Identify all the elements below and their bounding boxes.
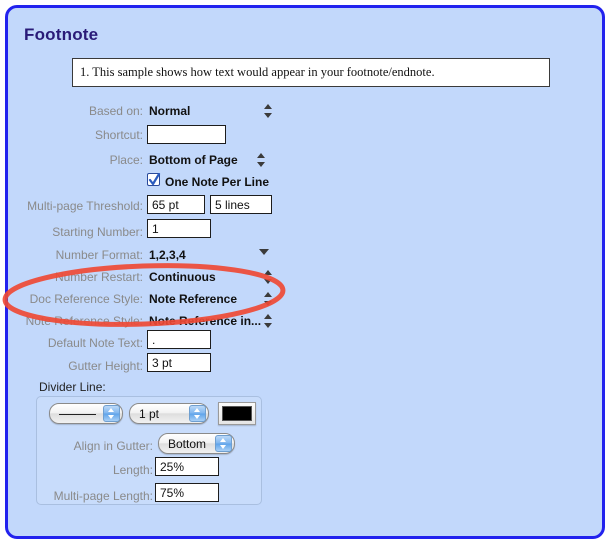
label-doc-reference-style: Doc Reference Style: <box>18 289 143 309</box>
sample-preview-text: 1. This sample shows how text would appe… <box>80 65 435 80</box>
stepper-note-reference-style[interactable] <box>264 313 273 329</box>
stepper-doc-reference-style[interactable] <box>264 291 273 307</box>
solid-line-icon <box>59 414 96 415</box>
input-shortcut[interactable] <box>147 125 226 144</box>
value-place[interactable]: Bottom of Page <box>149 150 238 170</box>
label-starting-number: Starting Number: <box>18 222 143 242</box>
chevron-down-icon-number-format[interactable] <box>259 249 269 255</box>
value-based-on[interactable]: Normal <box>149 101 190 121</box>
label-place: Place: <box>18 150 143 170</box>
page-title: Footnote <box>24 25 98 45</box>
value-number-format[interactable]: 1,2,3,4 <box>149 245 186 265</box>
input-gutter-height[interactable]: 3 pt <box>147 353 211 372</box>
footnote-dialog: Footnote 1. This sample shows how text w… <box>5 5 605 539</box>
label-number-restart: Number Restart: <box>18 267 143 287</box>
value-note-reference-style[interactable]: Note Reference in... <box>149 311 261 331</box>
value-doc-reference-style[interactable]: Note Reference <box>149 289 237 309</box>
value-number-restart[interactable]: Continuous <box>149 267 216 287</box>
label-default-note-text: Default Note Text: <box>18 333 143 353</box>
popup-align-in-gutter[interactable]: Bottom <box>158 433 235 454</box>
label-based-on: Based on: <box>18 101 143 121</box>
label-shortcut: Shortcut: <box>18 125 143 145</box>
stepper-arrows-align-in-gutter[interactable] <box>215 435 232 452</box>
color-swatch <box>222 406 252 421</box>
stepper-arrows-line-style[interactable] <box>103 405 120 422</box>
label-align-in-gutter: Align in Gutter: <box>53 436 153 456</box>
group-label-divider-line: Divider Line: <box>39 380 106 394</box>
value-line-weight: 1 pt <box>130 407 159 421</box>
value-align-in-gutter: Bottom <box>159 437 206 451</box>
input-multi-page-threshold-points[interactable]: 65 pt <box>147 195 205 214</box>
stepper-arrows-line-weight[interactable] <box>189 405 206 422</box>
popup-line-style[interactable] <box>49 403 123 424</box>
label-gutter-height: Gutter Height: <box>18 356 143 376</box>
stepper-number-restart[interactable] <box>264 269 273 285</box>
label-multi-page-length: Multi-page Length: <box>33 486 153 506</box>
checkmark-icon <box>148 173 161 187</box>
popup-line-weight[interactable]: 1 pt <box>129 403 209 424</box>
label-multi-page-threshold: Multi-page Threshold: <box>13 196 143 216</box>
label-number-format: Number Format: <box>18 245 143 265</box>
stepper-place[interactable] <box>257 152 266 168</box>
input-length[interactable]: 25% <box>155 457 219 476</box>
screenshot-root: Footnote 1. This sample shows how text w… <box>0 0 611 545</box>
label-length: Length: <box>53 460 153 480</box>
checkbox-one-note-per-line[interactable] <box>147 173 160 186</box>
sample-preview-box: 1. This sample shows how text would appe… <box>72 58 550 87</box>
input-multi-page-length[interactable]: 75% <box>155 483 219 502</box>
input-starting-number[interactable]: 1 <box>147 219 211 238</box>
checkbox-label-one-note-per-line[interactable]: One Note Per Line <box>165 172 269 192</box>
label-note-reference-style: Note Reference Style: <box>13 311 143 331</box>
input-multi-page-threshold-lines[interactable]: 5 lines <box>210 195 272 214</box>
stepper-based-on[interactable] <box>264 103 273 119</box>
input-default-note-text[interactable]: . <box>147 330 211 349</box>
color-well-divider-line[interactable] <box>218 402 256 425</box>
